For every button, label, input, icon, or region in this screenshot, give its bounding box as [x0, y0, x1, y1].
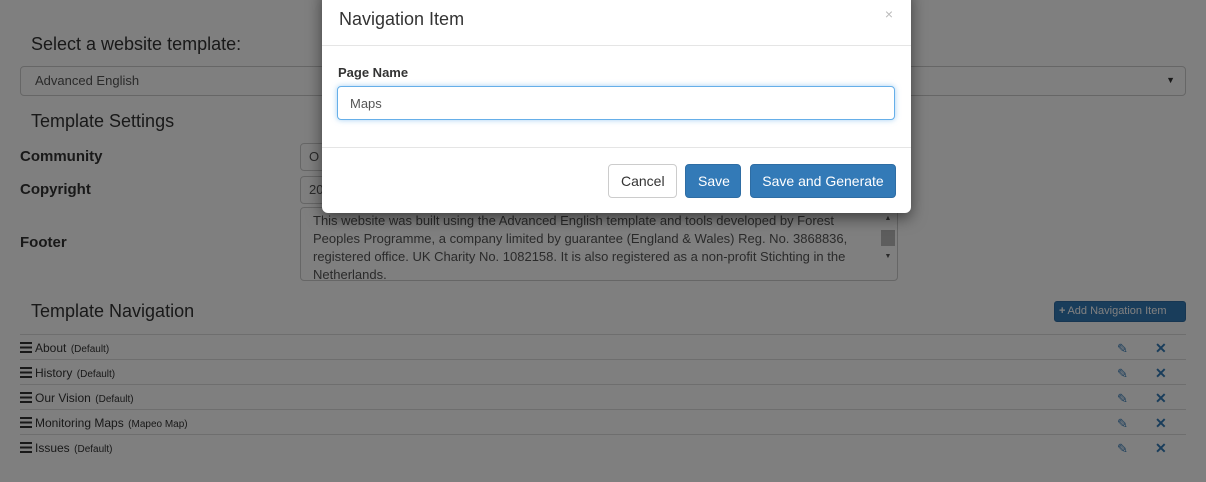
cancel-button[interactable]: Cancel [608, 164, 677, 198]
modal-header: Navigation Item × [322, 0, 911, 46]
page-name-input[interactable] [337, 86, 895, 120]
save-and-generate-button[interactable]: Save and Generate [750, 164, 896, 198]
modal-body: Page Name [322, 47, 911, 148]
page-name-label: Page Name [338, 65, 409, 80]
modal-title: Navigation Item [339, 9, 465, 29]
save-button[interactable]: Save [685, 164, 741, 198]
close-icon[interactable]: × [885, 6, 893, 22]
navigation-item-dialog: Navigation Item × Page Name Cancel Save … [322, 0, 911, 213]
